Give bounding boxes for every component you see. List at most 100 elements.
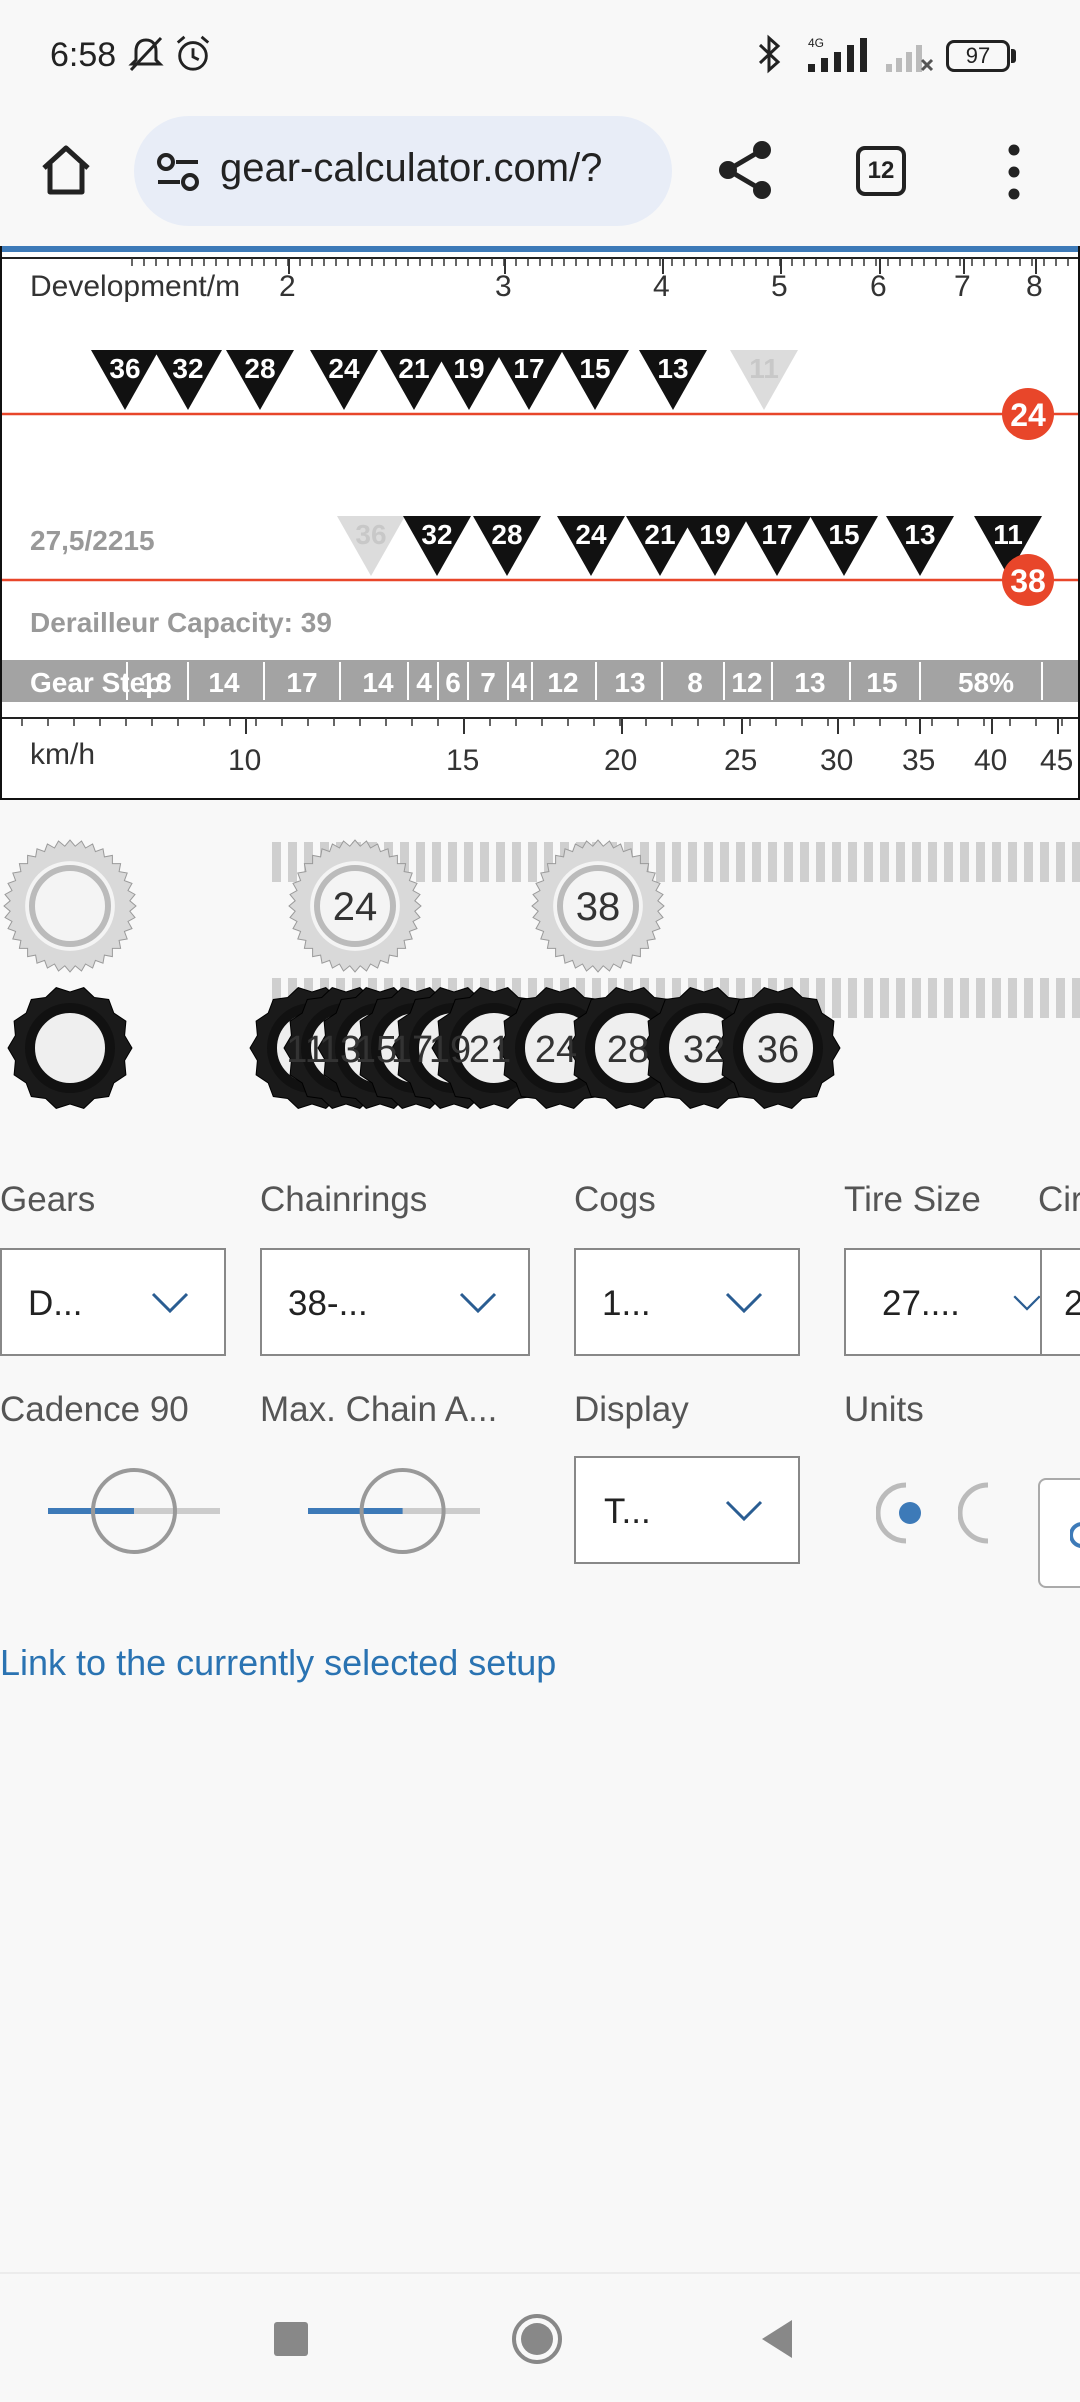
system-nav-bar <box>0 2272 1080 2402</box>
gear-step-value: 4 <box>416 667 432 698</box>
cog-label: 32 <box>683 1029 725 1071</box>
chainrings-select[interactable]: 38-... <box>260 1248 530 1356</box>
tab-switcher-button[interactable]: 12 <box>856 146 906 196</box>
max-chain-angle-label: Max. Chain A... <box>260 1390 498 1429</box>
gear-marker-label: 32 <box>172 353 203 384</box>
cog-label: 24 <box>535 1029 577 1071</box>
gear-marker-label: 24 <box>575 519 607 550</box>
cog-icon <box>7 987 133 1109</box>
gear-step-value: 14 <box>208 667 240 698</box>
chainring-24-badge-label: 24 <box>1010 397 1046 433</box>
svg-text:4G: 4G <box>808 36 824 50</box>
gears-select-value: D... <box>28 1284 83 1323</box>
speed-tick-label: 40 <box>974 744 1007 777</box>
units-toggle-button[interactable] <box>1038 1478 1080 1588</box>
gear-step-value: 7 <box>480 667 496 698</box>
cog-label: 19 <box>429 1029 471 1071</box>
battery-indicator: 97 <box>946 40 1010 72</box>
speed-tick-label: 35 <box>902 744 935 777</box>
tire-size-label: Tire Size <box>844 1180 981 1219</box>
chevron-down-icon <box>459 1292 497 1314</box>
chainring-38-gears: 36 32 28 24 21 19 17 15 13 11 <box>337 516 1042 576</box>
cog-label: 28 <box>607 1029 649 1071</box>
gear-chart-svg: Development/m 2 3 4 5 6 7 8 36 32 28 24 21 19… <box>2 257 1078 777</box>
speed-axis-label: km/h <box>30 738 95 771</box>
display-select[interactable]: T... <box>574 1456 800 1564</box>
dev-tick-label: 6 <box>870 270 887 303</box>
gear-marker-label: 13 <box>657 353 688 384</box>
gear-step-value: 12 <box>547 667 578 698</box>
address-bar[interactable]: gear-calculator.com/? <box>134 116 672 226</box>
recents-icon[interactable] <box>274 2322 308 2356</box>
chainring-large-label: 38 <box>576 885 621 929</box>
gear-step-value: 15 <box>866 667 897 698</box>
more-menu-icon[interactable] <box>1000 142 1028 202</box>
back-icon[interactable] <box>760 2318 794 2360</box>
gear-step-value: 18 <box>140 667 171 698</box>
wheel-size-label: 27,5/2215 <box>30 525 155 556</box>
alarm-icon <box>176 35 210 71</box>
chainring-38-badge-label: 38 <box>1010 563 1046 599</box>
gear-marker-label: 19 <box>453 353 484 384</box>
speed-tick-label: 15 <box>446 744 479 777</box>
max-chain-angle-slider[interactable] <box>304 1468 484 1554</box>
gear-marker-label: 19 <box>699 519 730 550</box>
chevron-down-icon <box>151 1292 189 1314</box>
home-nav-icon[interactable] <box>510 2312 564 2366</box>
gear-step-value: 4 <box>511 667 527 698</box>
cadence-label: Cadence 90 <box>0 1390 189 1429</box>
gears-select[interactable]: D... <box>0 1248 226 1356</box>
home-icon[interactable] <box>36 140 96 200</box>
units-radio-metric[interactable] <box>876 1480 926 1546</box>
site-settings-icon[interactable] <box>154 150 202 194</box>
gear-marker-label: 21 <box>398 353 429 384</box>
dev-tick-label: 4 <box>653 270 670 303</box>
gear-marker-label: 11 <box>749 353 779 384</box>
dev-tick-label: 2 <box>279 270 296 303</box>
gear-marker-label: 11 <box>993 519 1023 550</box>
chainring-icon <box>3 839 137 973</box>
units-radio-imperial[interactable] <box>958 1480 1008 1546</box>
circumference-input[interactable]: 2 <box>1040 1248 1080 1356</box>
gear-step-value: 17 <box>286 667 317 698</box>
gear-marker-label: 17 <box>761 519 792 550</box>
gears-label: Gears <box>0 1180 96 1219</box>
speed-axis: km/h 10 15 20 25 30 35 40 45 <box>2 717 1078 777</box>
gear-marker-label: 15 <box>828 519 859 550</box>
gear-marker-label: 15 <box>579 353 610 384</box>
chainrings-label: Chainrings <box>260 1180 428 1219</box>
development-axis-label: Development/m <box>30 270 240 303</box>
circumference-value: 2 <box>1064 1284 1080 1323</box>
bell-off-icon <box>128 36 164 72</box>
gear-step-value: 12 <box>731 667 762 698</box>
dev-tick-label: 5 <box>771 270 788 303</box>
cog-label: 21 <box>469 1029 511 1071</box>
drivetrain-svg: 24 38 111315171921 24 28 32 36 <box>3 839 1080 1109</box>
cog-label: 36 <box>757 1029 799 1071</box>
cadence-slider[interactable] <box>44 1468 224 1554</box>
gear-marker-label: 32 <box>421 519 452 550</box>
battery-tip <box>1011 49 1016 63</box>
status-time: 6:58 <box>50 36 117 74</box>
display-label: Display <box>574 1390 689 1429</box>
dev-tick-label: 7 <box>954 270 971 303</box>
speed-tick-label: 30 <box>820 744 853 777</box>
derailleur-capacity: Derailleur Capacity: 39 <box>30 607 332 638</box>
browser-toolbar: gear-calculator.com/? 12 <box>0 110 1080 246</box>
tire-size-select[interactable]: 27.... <box>844 1248 1042 1356</box>
chevron-down-icon <box>1013 1295 1041 1311</box>
setup-link[interactable]: Link to the currently selected setup <box>0 1642 556 1684</box>
gear-marker-label: 28 <box>244 353 275 384</box>
signal-empty-icon <box>886 45 934 72</box>
share-icon[interactable] <box>712 136 780 204</box>
gear-marker-label: 24 <box>328 353 360 384</box>
gear-step-value: 13 <box>794 667 825 698</box>
chainring-38-badge: 38 <box>1002 554 1054 606</box>
cog-label: 17 <box>391 1029 433 1071</box>
toggle-icon <box>1070 1522 1080 1548</box>
gear-step-value: 13 <box>614 667 645 698</box>
gear-step-value: 8 <box>687 667 703 698</box>
chainring-24-badge: 24 <box>1002 388 1054 440</box>
cogs-select[interactable]: 1... <box>574 1248 800 1356</box>
gear-marker-label: 13 <box>904 519 935 550</box>
